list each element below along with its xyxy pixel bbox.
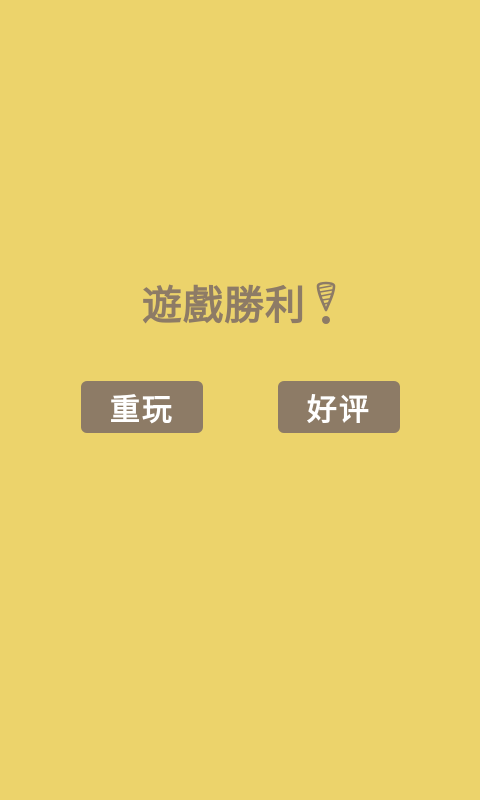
exclamation-mark-icon — [316, 281, 336, 324]
replay-button-label: 重玩 — [110, 393, 174, 428]
rate-button[interactable]: 好评 — [278, 381, 400, 433]
result-title-row: 遊戲勝利 — [0, 278, 480, 334]
replay-button[interactable]: 重玩 — [81, 381, 203, 433]
game-over-screen: 遊戲勝利 重玩 好评 — [0, 0, 480, 800]
rate-button-label: 好评 — [307, 393, 371, 428]
result-title: 遊戲勝利 — [142, 283, 306, 329]
